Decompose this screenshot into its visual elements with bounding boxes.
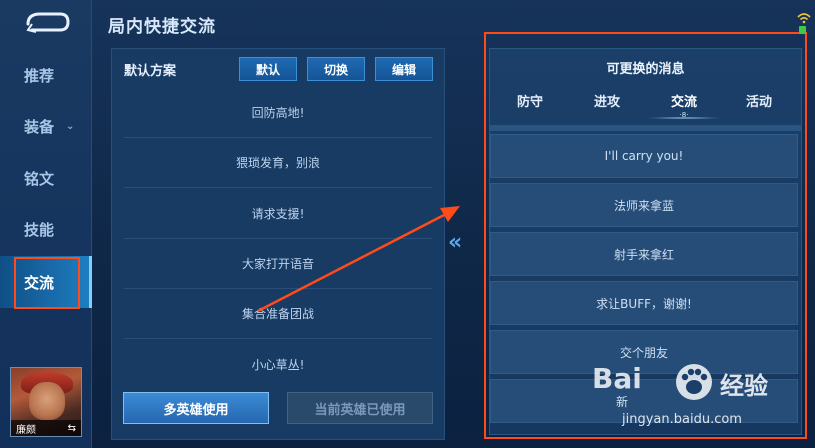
- swap-icon[interactable]: ⇆: [68, 423, 76, 434]
- sidebar: 推荐 装备 ⌄ 铭文 技能 交流 廉颇 ⇆: [0, 0, 92, 448]
- message-row[interactable]: 猥琐发育，别浪: [124, 138, 432, 188]
- message-text: 大家打开语音: [241, 257, 314, 271]
- watermark-brand-cn: 经验: [720, 372, 768, 400]
- hero-face: [29, 382, 65, 420]
- page-title: 局内快捷交流: [108, 17, 216, 37]
- sidebar-item-label: 装备: [24, 117, 55, 136]
- message-text: 猥琐发育，别浪: [235, 156, 320, 170]
- annotation-highlight-box: [14, 257, 80, 309]
- scheme-label: 默认方案: [124, 64, 177, 79]
- message-text: 回防高地!: [251, 106, 305, 120]
- battery-icon: [799, 26, 806, 34]
- default-button[interactable]: 默认: [239, 57, 297, 81]
- sidebar-item-runes[interactable]: 铭文: [0, 158, 92, 198]
- scheme-panel: 默认方案 默认 切换 编辑 回防高地! 猥琐发育，别浪 请求支援! 大家打开语音…: [111, 48, 445, 440]
- hero-name: 廉颇: [16, 424, 36, 436]
- multi-hero-button[interactable]: 多英雄使用: [123, 392, 269, 424]
- sidebar-item-skills[interactable]: 技能: [0, 209, 92, 249]
- avatar[interactable]: 廉颇 ⇆: [10, 367, 82, 437]
- double-chevron-left-icon[interactable]: «: [448, 231, 470, 255]
- baidu-jingyan-watermark: Bai 经验 jingyan.baidu.com: [592, 356, 814, 444]
- message-text: 请求支援!: [251, 207, 305, 221]
- back-arrow-icon: [26, 12, 70, 33]
- edit-button[interactable]: 编辑: [375, 57, 433, 81]
- back-button[interactable]: [22, 10, 72, 34]
- sidebar-item-label: 推荐: [24, 66, 55, 85]
- switch-button[interactable]: 切换: [307, 57, 365, 81]
- message-row[interactable]: 请求支援!: [124, 189, 432, 239]
- wifi-icon: [797, 13, 811, 24]
- avatar-name-bar: 廉颇 ⇆: [11, 420, 81, 436]
- baidu-paw-icon: [676, 364, 712, 400]
- message-row[interactable]: 集合准备团战: [124, 289, 432, 339]
- message-row[interactable]: 回防高地!: [124, 88, 432, 138]
- current-hero-used-button: 当前英雄已使用: [287, 392, 433, 424]
- sidebar-item-recommend[interactable]: 推荐: [0, 55, 92, 95]
- sidebar-item-equipment[interactable]: 装备 ⌄: [0, 106, 92, 146]
- message-row[interactable]: 小心草丛!: [124, 339, 432, 389]
- watermark-brand: Bai: [592, 362, 642, 395]
- chevron-down-icon: ⌄: [66, 120, 75, 132]
- watermark-url: jingyan.baidu.com: [622, 412, 742, 427]
- message-text: 集合准备团战: [241, 307, 314, 321]
- message-text: 小心草丛!: [251, 357, 305, 372]
- sidebar-item-label: 技能: [24, 220, 55, 239]
- sidebar-item-label: 铭文: [24, 169, 55, 188]
- message-row[interactable]: 大家打开语音: [124, 239, 432, 289]
